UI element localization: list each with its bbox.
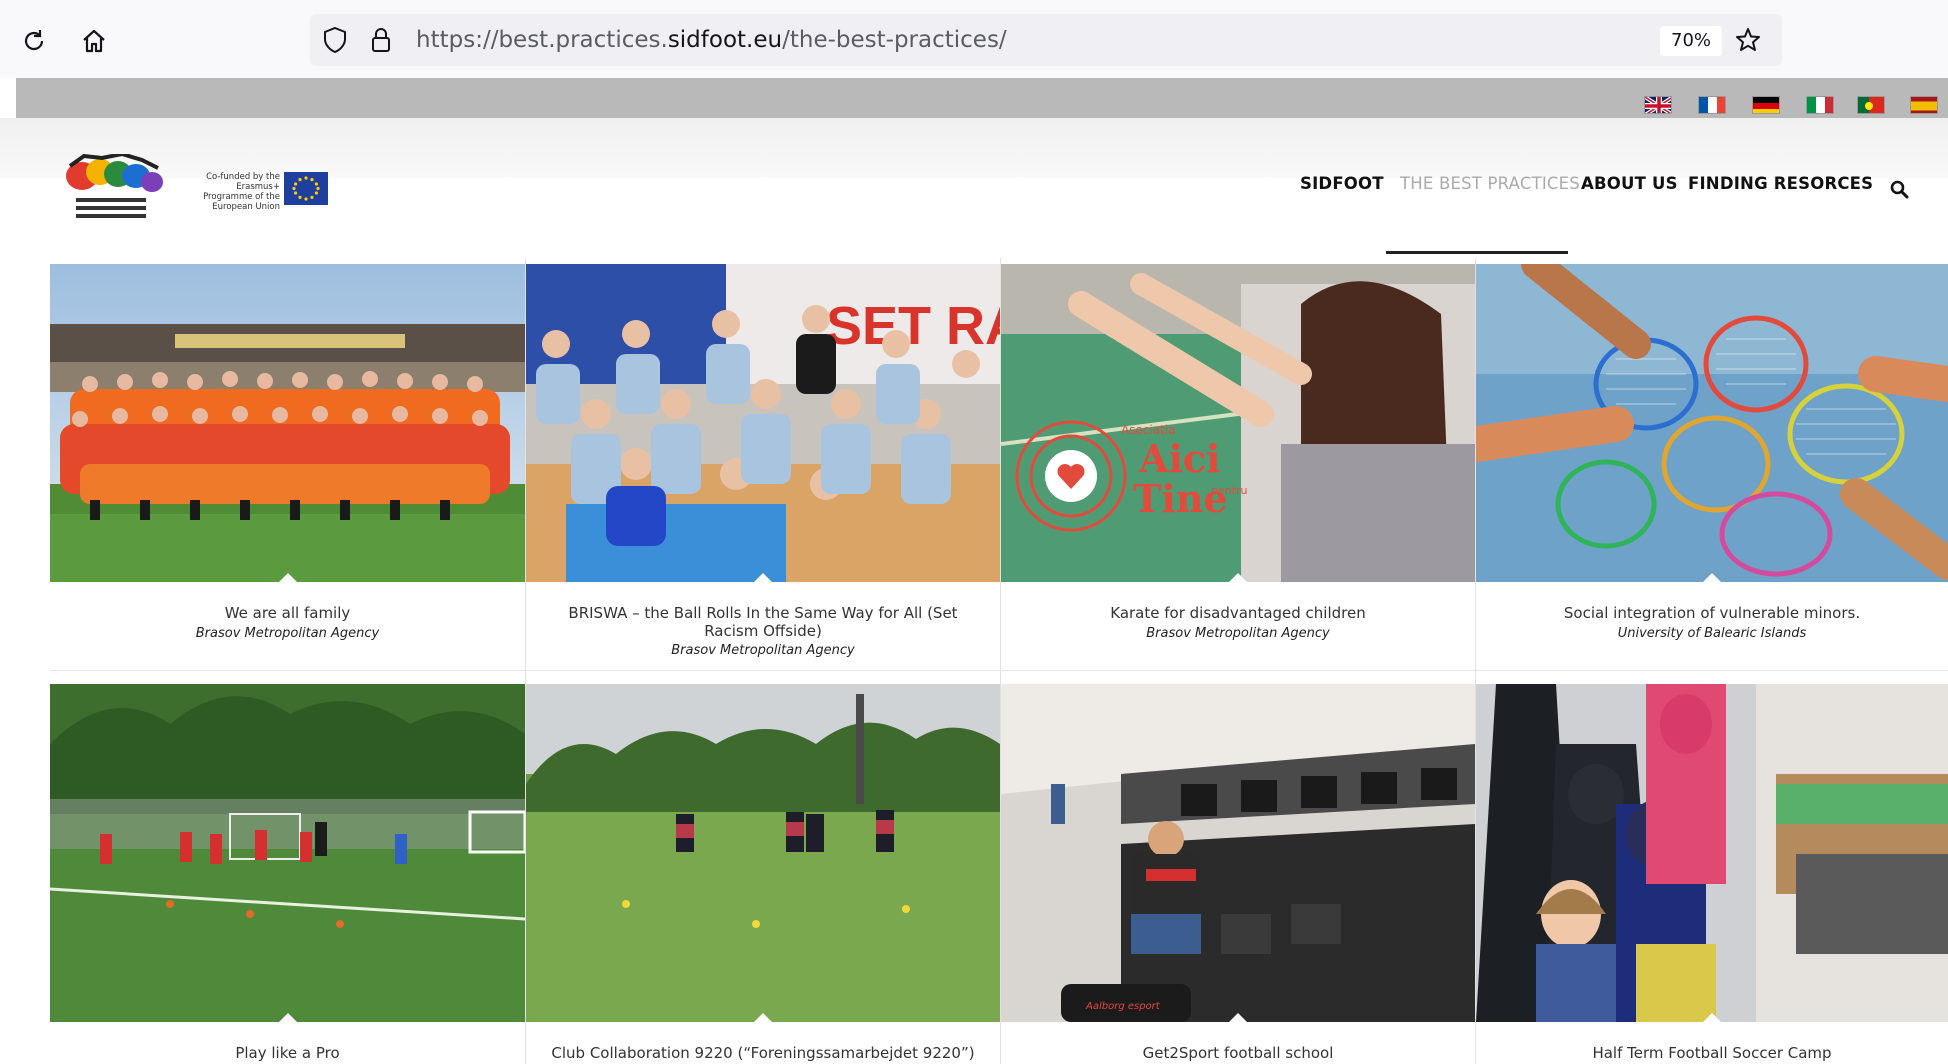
practice-title[interactable]: We are all family xyxy=(50,604,525,622)
photo-caption: Asociația xyxy=(1121,423,1175,437)
practice-photo[interactable] xyxy=(526,684,1000,1022)
flag-france-icon[interactable] xyxy=(1698,96,1726,114)
nav-active-underline xyxy=(1386,251,1568,254)
practice-photo[interactable] xyxy=(1476,684,1948,1022)
practice-card[interactable]: Social integration of vulnerable minors.… xyxy=(1476,264,1948,670)
card-pointer xyxy=(1703,573,1721,582)
practice-card[interactable]: Club Collaboration 9220 (“Foreningssamar… xyxy=(526,684,1000,1064)
practice-title[interactable]: Get2Sport football school xyxy=(1001,1044,1475,1062)
browser-toolbar: https://best.practices.sidfoot.eu/the-be… xyxy=(0,0,1948,78)
address-bar[interactable]: https://best.practices.sidfoot.eu/the-be… xyxy=(310,14,1782,66)
practice-card[interactable]: Play like a Pro xyxy=(50,684,525,1064)
card-pointer xyxy=(1229,1013,1247,1022)
flag-italy-icon[interactable] xyxy=(1806,96,1834,114)
practice-title[interactable]: BRISWA – the Ball Rolls In the Same Way … xyxy=(526,604,1000,640)
bookmark-star-icon[interactable] xyxy=(1734,26,1762,58)
card-pointer xyxy=(754,573,772,582)
practice-photo[interactable] xyxy=(1476,264,1948,582)
practice-title[interactable]: Club Collaboration 9220 (“Foreningssamar… xyxy=(526,1044,1000,1062)
card-pointer xyxy=(754,1013,772,1022)
shield-icon[interactable] xyxy=(322,26,348,58)
practice-photo[interactable] xyxy=(50,684,525,1022)
reload-icon[interactable] xyxy=(20,27,48,55)
header-ghost-strip xyxy=(0,118,1948,178)
practice-card[interactable]: Asociația Aici pentru Tine Karate for di… xyxy=(1001,264,1475,670)
sidfoot-logo[interactable] xyxy=(62,151,164,226)
eu-cofunded-text: Co-funded by the Erasmus+ Programme of t… xyxy=(203,172,280,212)
practice-photo[interactable]: SET RACISM xyxy=(526,264,1000,582)
practice-photo[interactable]: Aalborg esport xyxy=(1001,684,1475,1022)
nav-the-best-practices[interactable]: THE BEST PRACTICES xyxy=(1400,174,1580,193)
zoom-level-badge[interactable]: 70% xyxy=(1660,26,1723,56)
card-pointer xyxy=(1703,1013,1721,1022)
practice-organization: Brasov Metropolitan Agency xyxy=(1146,626,1330,641)
photo-caption: Aici xyxy=(1138,436,1221,481)
practice-title[interactable]: Social integration of vulnerable minors. xyxy=(1476,604,1948,622)
flag-germany-icon[interactable] xyxy=(1752,96,1780,114)
flag-portugal-icon[interactable] xyxy=(1857,96,1885,114)
practice-title[interactable]: Play like a Pro xyxy=(50,1044,525,1062)
practice-organization: Brasov Metropolitan Agency xyxy=(671,643,855,658)
practice-organization: University of Balearic Islands xyxy=(1617,626,1807,641)
card-pointer xyxy=(279,573,297,582)
card-pointer xyxy=(279,1013,297,1022)
practice-title[interactable]: Half Term Football Soccer Camp xyxy=(1476,1044,1948,1062)
banner-text: SET RACISM xyxy=(826,296,1000,356)
practice-card[interactable]: We are all family Brasov Metropolitan Ag… xyxy=(50,264,525,670)
nav-about-us[interactable]: ABOUT US xyxy=(1581,174,1678,193)
lock-icon[interactable] xyxy=(370,26,392,58)
flag-uk-icon[interactable] xyxy=(1644,96,1672,114)
flag-spain-icon[interactable] xyxy=(1910,96,1938,114)
url-text[interactable]: https://best.practices.sidfoot.eu/the-be… xyxy=(416,27,1007,53)
card-pointer xyxy=(1229,573,1247,582)
photo-caption: Aalborg esport xyxy=(1085,1001,1161,1012)
practice-organization: Brasov Metropolitan Agency xyxy=(195,626,380,641)
eu-flag-icon xyxy=(284,172,328,205)
search-icon[interactable] xyxy=(1888,178,1912,202)
home-icon[interactable] xyxy=(80,27,108,55)
practice-card[interactable]: Aalborg esport Get2Sport football school xyxy=(1001,684,1475,1064)
practice-card[interactable]: Half Term Football Soccer Camp xyxy=(1476,684,1948,1064)
photo-caption: Tine xyxy=(1133,476,1228,521)
practice-card[interactable]: SET RACISM BRISWA – the Ball Rolls In th… xyxy=(526,264,1000,670)
practice-title[interactable]: Karate for disadvantaged children xyxy=(1001,604,1475,622)
grid-row-divider xyxy=(50,670,1948,671)
practice-photo[interactable]: Asociația Aici pentru Tine xyxy=(1001,264,1475,582)
nav-finding-resorces[interactable]: FINDING RESORCES xyxy=(1688,174,1873,193)
practice-photo[interactable] xyxy=(50,264,525,582)
nav-sidfoot[interactable]: SIDFOOT xyxy=(1300,174,1384,193)
